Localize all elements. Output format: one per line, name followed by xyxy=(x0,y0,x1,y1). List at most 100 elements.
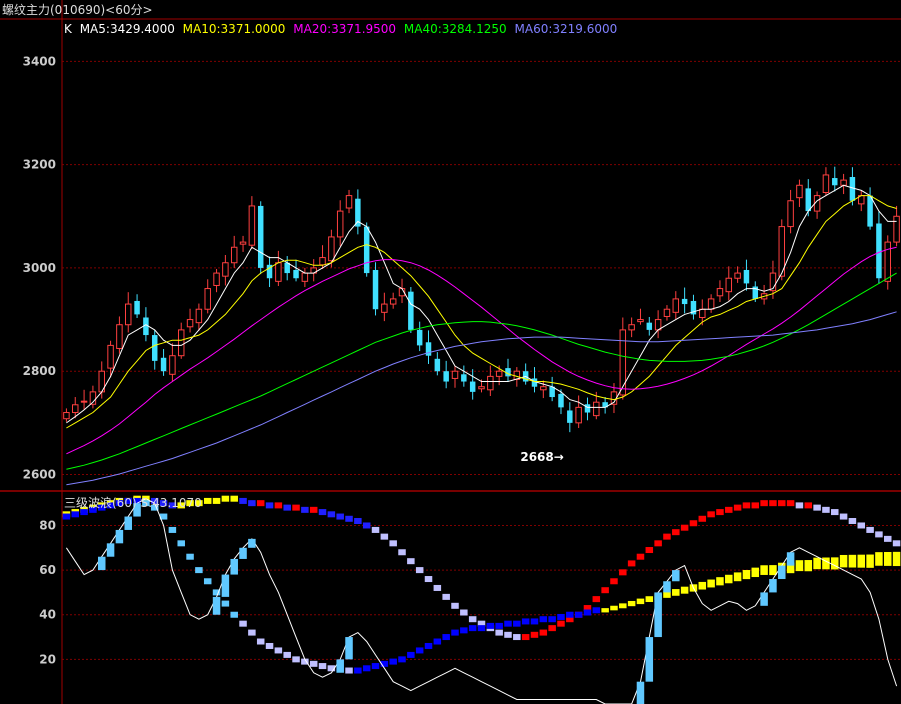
candle-body-up xyxy=(275,262,282,282)
candle-body-up xyxy=(893,215,900,243)
candle-body-up xyxy=(699,308,706,318)
candle-body-up xyxy=(725,277,733,293)
s-rise-block xyxy=(230,558,238,575)
wave-lo-block xyxy=(362,665,371,672)
wave-lo-block xyxy=(389,658,397,665)
wave-hi-block xyxy=(256,500,265,507)
wave-lo-block xyxy=(848,554,857,568)
s-rise-block xyxy=(786,552,795,566)
wave-hi-block xyxy=(521,634,530,641)
wave-hi-block xyxy=(221,495,230,502)
wave-lo-block xyxy=(256,638,265,645)
s-rise-block xyxy=(654,592,662,638)
wave-hi-block xyxy=(539,629,548,636)
wave-lo-block xyxy=(610,605,618,611)
wave-hi-block xyxy=(892,540,901,547)
candle-body-down xyxy=(867,195,873,227)
sub-y-tick-label: 60 xyxy=(39,563,56,577)
wave-lo-block xyxy=(477,625,486,632)
ma10-line xyxy=(66,195,897,429)
wave-hi-block xyxy=(769,500,777,507)
wave-hi-block xyxy=(362,522,371,529)
wave-hi-block xyxy=(327,511,336,518)
candle-body-up xyxy=(389,298,397,305)
wave-hi-block xyxy=(380,533,389,540)
candle-body-down xyxy=(434,358,441,372)
wave-hi-block xyxy=(786,500,795,507)
candle-body-up xyxy=(451,370,459,379)
wave-lo-block xyxy=(857,554,866,568)
wave-hi-block xyxy=(645,547,654,554)
wave-hi-block xyxy=(248,500,256,507)
candle-body-up xyxy=(796,184,803,199)
wave-hi-block xyxy=(795,502,804,509)
wave-lo-block xyxy=(733,572,742,582)
wave-hi-block xyxy=(610,578,618,585)
wave-hi-block xyxy=(548,625,556,632)
wave-hi-block xyxy=(239,497,247,504)
candle-body-up xyxy=(213,272,220,286)
main-y-tick-label: 2800 xyxy=(23,364,56,378)
candle-body-up xyxy=(734,272,741,279)
wave-lo-block xyxy=(813,557,821,570)
candle-body-up xyxy=(107,344,114,369)
wave-hi-block xyxy=(883,535,892,542)
s-rise-block xyxy=(124,516,132,530)
ma60-legend: MA60:3219.6000 xyxy=(514,22,618,36)
candle-body-down xyxy=(151,335,158,361)
window-title: 螺纹主力(010690)<60分> xyxy=(2,3,153,17)
candle-body-down xyxy=(743,269,750,284)
ma-legend: K MA5:3429.4000 MA10:3371.0000 MA20:3371… xyxy=(64,22,621,36)
wave-hi-block xyxy=(389,540,397,547)
s-rise-block xyxy=(212,596,221,615)
wave-lo-block xyxy=(592,607,601,614)
wave-lo-block xyxy=(698,581,707,590)
wave-lo-block xyxy=(345,667,353,674)
wave-lo-block xyxy=(292,656,300,663)
s-rise-block xyxy=(97,556,106,571)
candle-body-up xyxy=(575,406,582,424)
wave-hi-block xyxy=(654,540,662,547)
wave-hi-block xyxy=(433,584,442,591)
candle-body-up xyxy=(628,324,635,331)
ma5-legend: MA5:3429.4000 xyxy=(79,22,175,36)
wave-hi-block xyxy=(760,500,768,507)
wave-hi-block xyxy=(513,634,521,641)
candle-body-up xyxy=(487,375,494,391)
candle-body-up xyxy=(822,174,830,194)
ma40-legend: MA40:3284.1250 xyxy=(403,22,507,36)
wave-lo-block xyxy=(636,598,645,605)
candle-body-up xyxy=(72,404,79,414)
candle-body-down xyxy=(461,374,467,382)
wave-lo-block xyxy=(230,611,238,618)
wave-hi-block xyxy=(415,567,424,574)
candle-body-down xyxy=(832,178,838,186)
wave-lo-block xyxy=(168,526,177,533)
wave-lo-block xyxy=(177,540,185,547)
wave-lo-block xyxy=(274,647,283,654)
s-rise-block xyxy=(645,637,654,682)
wave-hi-block xyxy=(636,553,645,560)
wave-lo-block xyxy=(892,551,901,567)
s-rise-block xyxy=(248,538,256,548)
candle-body-down xyxy=(408,291,414,330)
wave-hi-block xyxy=(778,500,786,507)
main-y-tick-label: 3400 xyxy=(23,54,56,68)
wave-lo-block xyxy=(883,551,892,566)
candle-body-up xyxy=(840,179,847,186)
wave-lo-block xyxy=(601,608,609,613)
wave-hi-block xyxy=(839,513,848,520)
candle-body-up xyxy=(707,298,715,310)
wave-lo-block xyxy=(627,600,636,607)
wave-lo-block xyxy=(583,609,592,616)
wave-hi-block xyxy=(460,609,468,616)
chart-canvas: 2600 2800 3000 3200 3400 20 40 60 80 2668→ xyxy=(0,0,901,704)
wave-lo-block xyxy=(875,552,883,566)
wave-lo-block xyxy=(530,618,539,625)
wave-lo-block xyxy=(521,618,530,625)
wave-lo-block xyxy=(407,651,415,658)
wave-hi-block xyxy=(689,520,698,527)
wave-hi-block xyxy=(424,576,433,583)
wave-hi-block xyxy=(301,506,309,513)
indicator-name: K xyxy=(64,22,72,36)
